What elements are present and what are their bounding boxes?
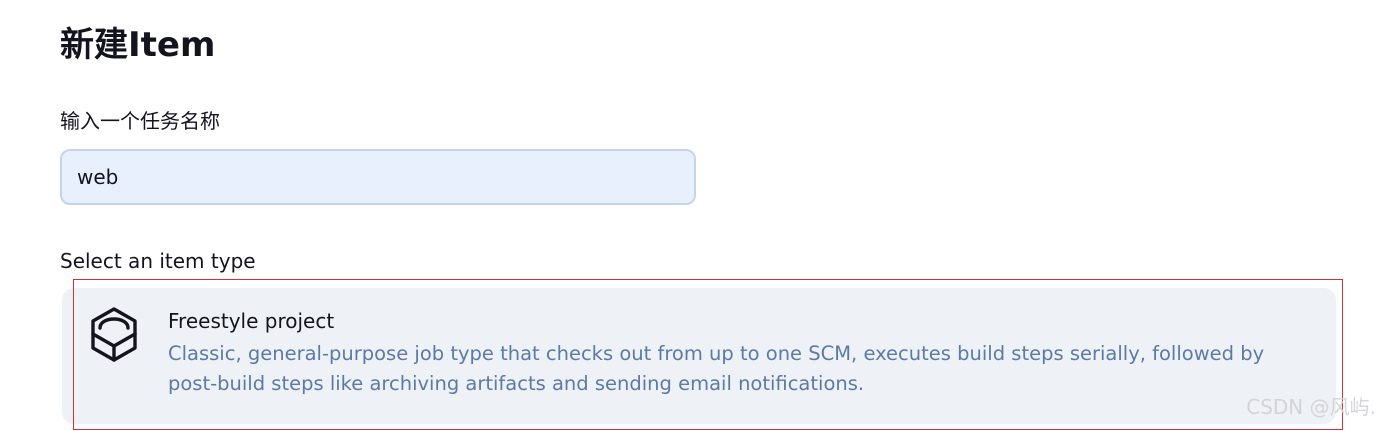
cube-icon	[88, 306, 140, 366]
item-name-label: 输入一个任务名称	[60, 109, 220, 133]
watermark: CSDN @风屿.	[1246, 395, 1376, 419]
item-type-label: Select an item type	[60, 249, 256, 273]
page-title: 新建Item	[60, 25, 216, 65]
item-type-description: Classic, general-purpose job type that c…	[168, 342, 1265, 395]
item-type-title: Freestyle project	[168, 309, 335, 333]
item-type-freestyle-project[interactable]: Freestyle project Classic, general-purpo…	[62, 288, 1336, 424]
new-item-page: 新建Item 输入一个任务名称 Select an item type Free…	[0, 0, 1380, 431]
item-name-input[interactable]	[60, 149, 696, 205]
